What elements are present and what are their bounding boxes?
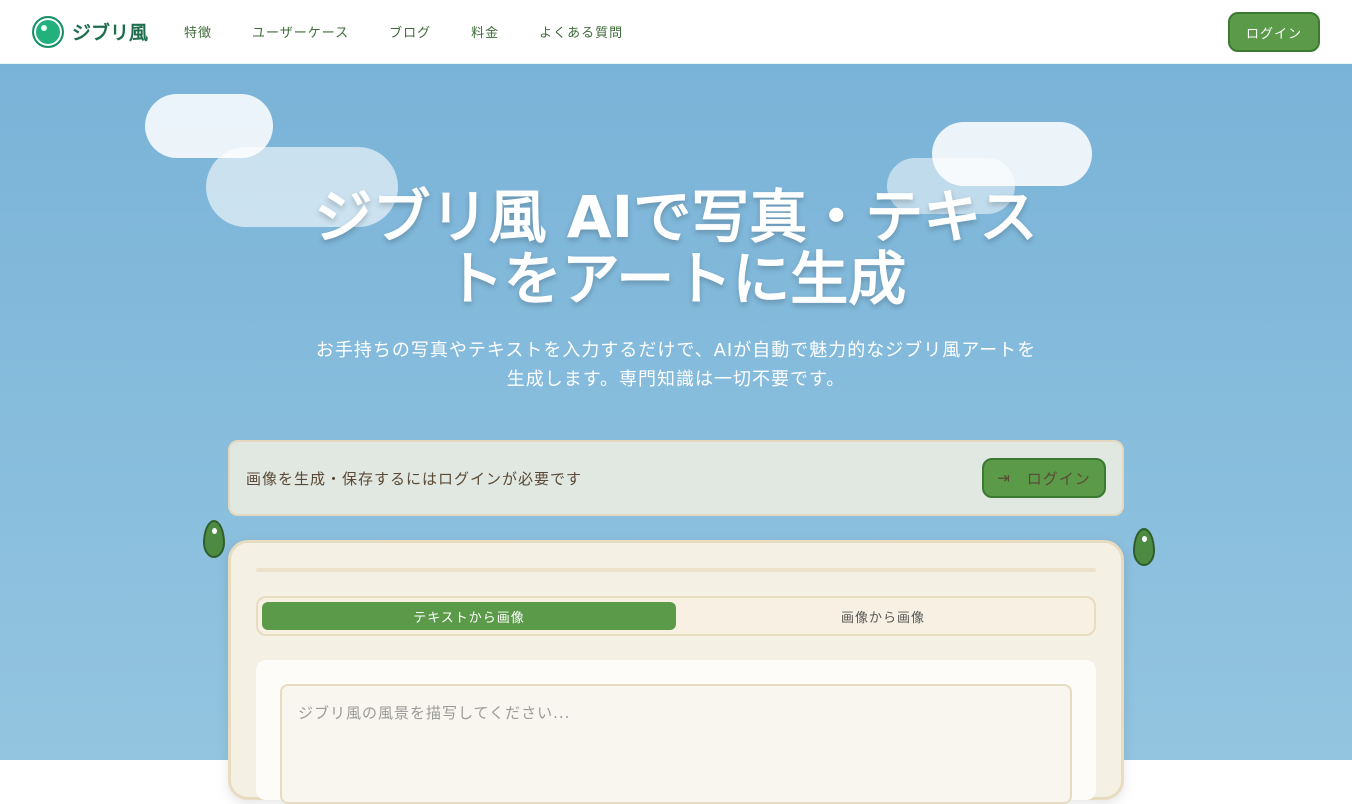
leaf-icon [1133, 528, 1155, 566]
hero-title: ジブリ風 AIで写真・テキス トをアートに生成 [314, 183, 1038, 313]
progress-divider [256, 568, 1096, 572]
prompt-input[interactable] [280, 684, 1072, 804]
nav-link-faq[interactable]: よくある質問 [539, 22, 623, 41]
tab-image-to-image[interactable]: 画像から画像 [676, 602, 1090, 630]
nav-link-features[interactable]: 特徴 [184, 22, 212, 41]
logo-icon [32, 15, 64, 48]
generator-card: テキストから画像 画像から画像 [228, 540, 1124, 804]
login-arrow-icon: ⇥ [997, 470, 1011, 487]
leaf-icon [203, 520, 225, 558]
hero-subtitle: お手持ちの写真やテキストを入力するだけで、AIが自動で魅力的なジブリ風アートを生… [315, 340, 1037, 390]
mode-tabs: テキストから画像 画像から画像 [256, 596, 1096, 636]
tab-text-to-image[interactable]: テキストから画像 [262, 602, 676, 630]
brand-name: ジブリ風 [72, 22, 149, 44]
login-notice: 画像を生成・保存するにはログインが必要です ⇥ ログイン [228, 440, 1124, 516]
prompt-panel [256, 660, 1096, 804]
login-notice-text: 画像を生成・保存するにはログインが必要です [246, 469, 583, 488]
notice-login-button[interactable]: ⇥ ログイン [982, 458, 1106, 498]
nav-link-use-cases[interactable]: ユーザーケース [252, 22, 349, 41]
nav-link-pricing[interactable]: 料金 [471, 22, 499, 41]
brand-logo[interactable]: ジブリ風 [32, 15, 149, 48]
navbar: ジブリ風 特徴 ユーザーケース ブログ 料金 よくある質問 ログイン [0, 0, 1352, 64]
nav-login-button[interactable]: ログイン [1228, 12, 1320, 52]
nav-link-blog[interactable]: ブログ [389, 22, 431, 41]
hero-section: ジブリ風 AIで写真・テキス トをアートに生成 お手持ちの写真やテキストを入力する… [0, 64, 1352, 804]
